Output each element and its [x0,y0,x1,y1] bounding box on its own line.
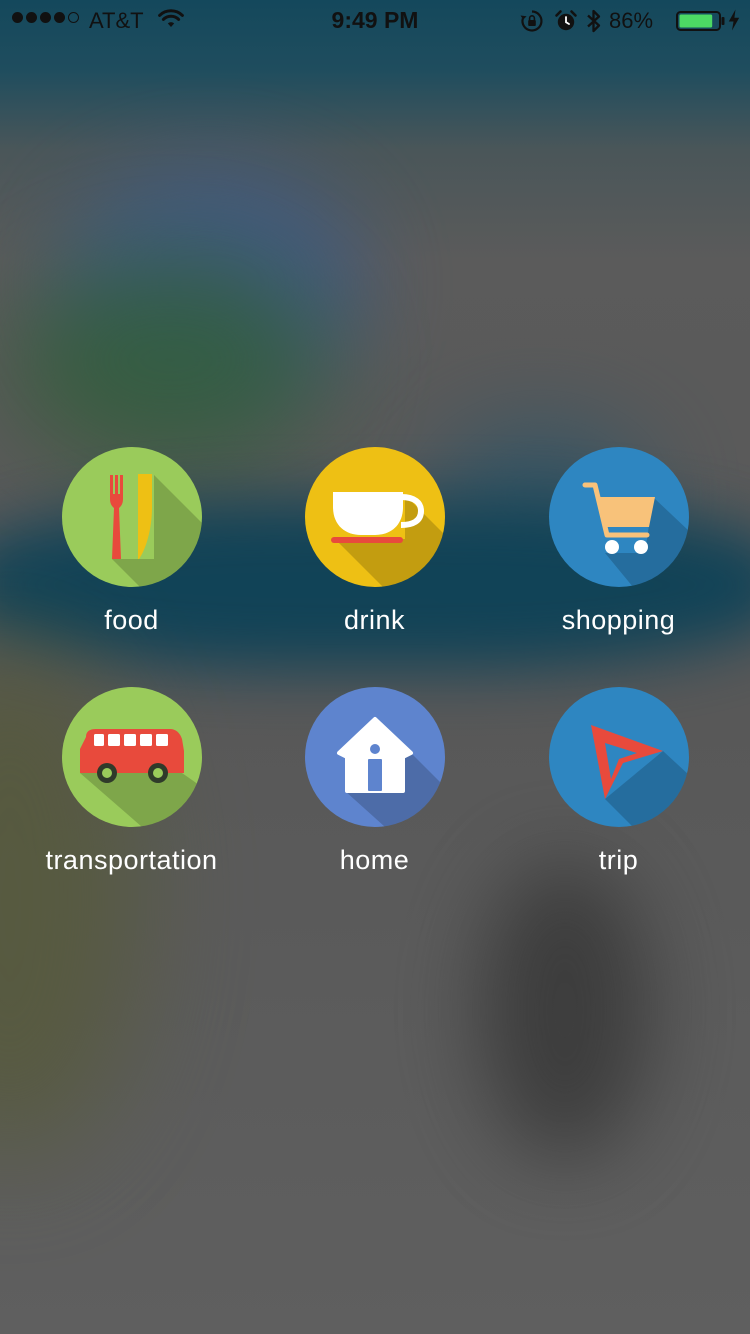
category-label: shopping [561,605,676,635]
alarm-icon [554,9,578,39]
status-bar: AT&T 9:49 PM 86% [0,0,750,40]
navigation-arrow-icon [548,687,689,827]
background-blur-dark [480,860,650,1160]
fork-knife-icon [61,447,202,587]
category-drink[interactable]: drink [253,447,496,647]
battery-icon [676,11,726,37]
category-label: home [339,845,410,875]
shopping-cart-icon [548,447,689,587]
house-icon [304,687,445,827]
battery-percent-text: 86% [609,8,654,33]
category-trip[interactable]: trip [497,687,740,887]
category-home[interactable]: home [253,687,496,887]
coffee-cup-icon [304,447,445,587]
category-label: trip [598,845,639,875]
bus-icon [61,687,202,827]
category-label: transportation [45,845,218,875]
charging-bolt-icon [728,9,740,37]
bluetooth-icon [586,8,602,40]
category-shopping[interactable]: shopping [497,447,740,647]
background-blur-green [10,250,330,470]
category-transportation[interactable]: transportation [10,687,253,887]
category-label: drink [343,605,406,635]
status-right-group: 86% [520,6,742,34]
blurred-background [0,0,750,1334]
category-food[interactable]: food [10,447,253,647]
rotation-lock-icon [520,9,544,39]
category-label: food [104,605,159,635]
